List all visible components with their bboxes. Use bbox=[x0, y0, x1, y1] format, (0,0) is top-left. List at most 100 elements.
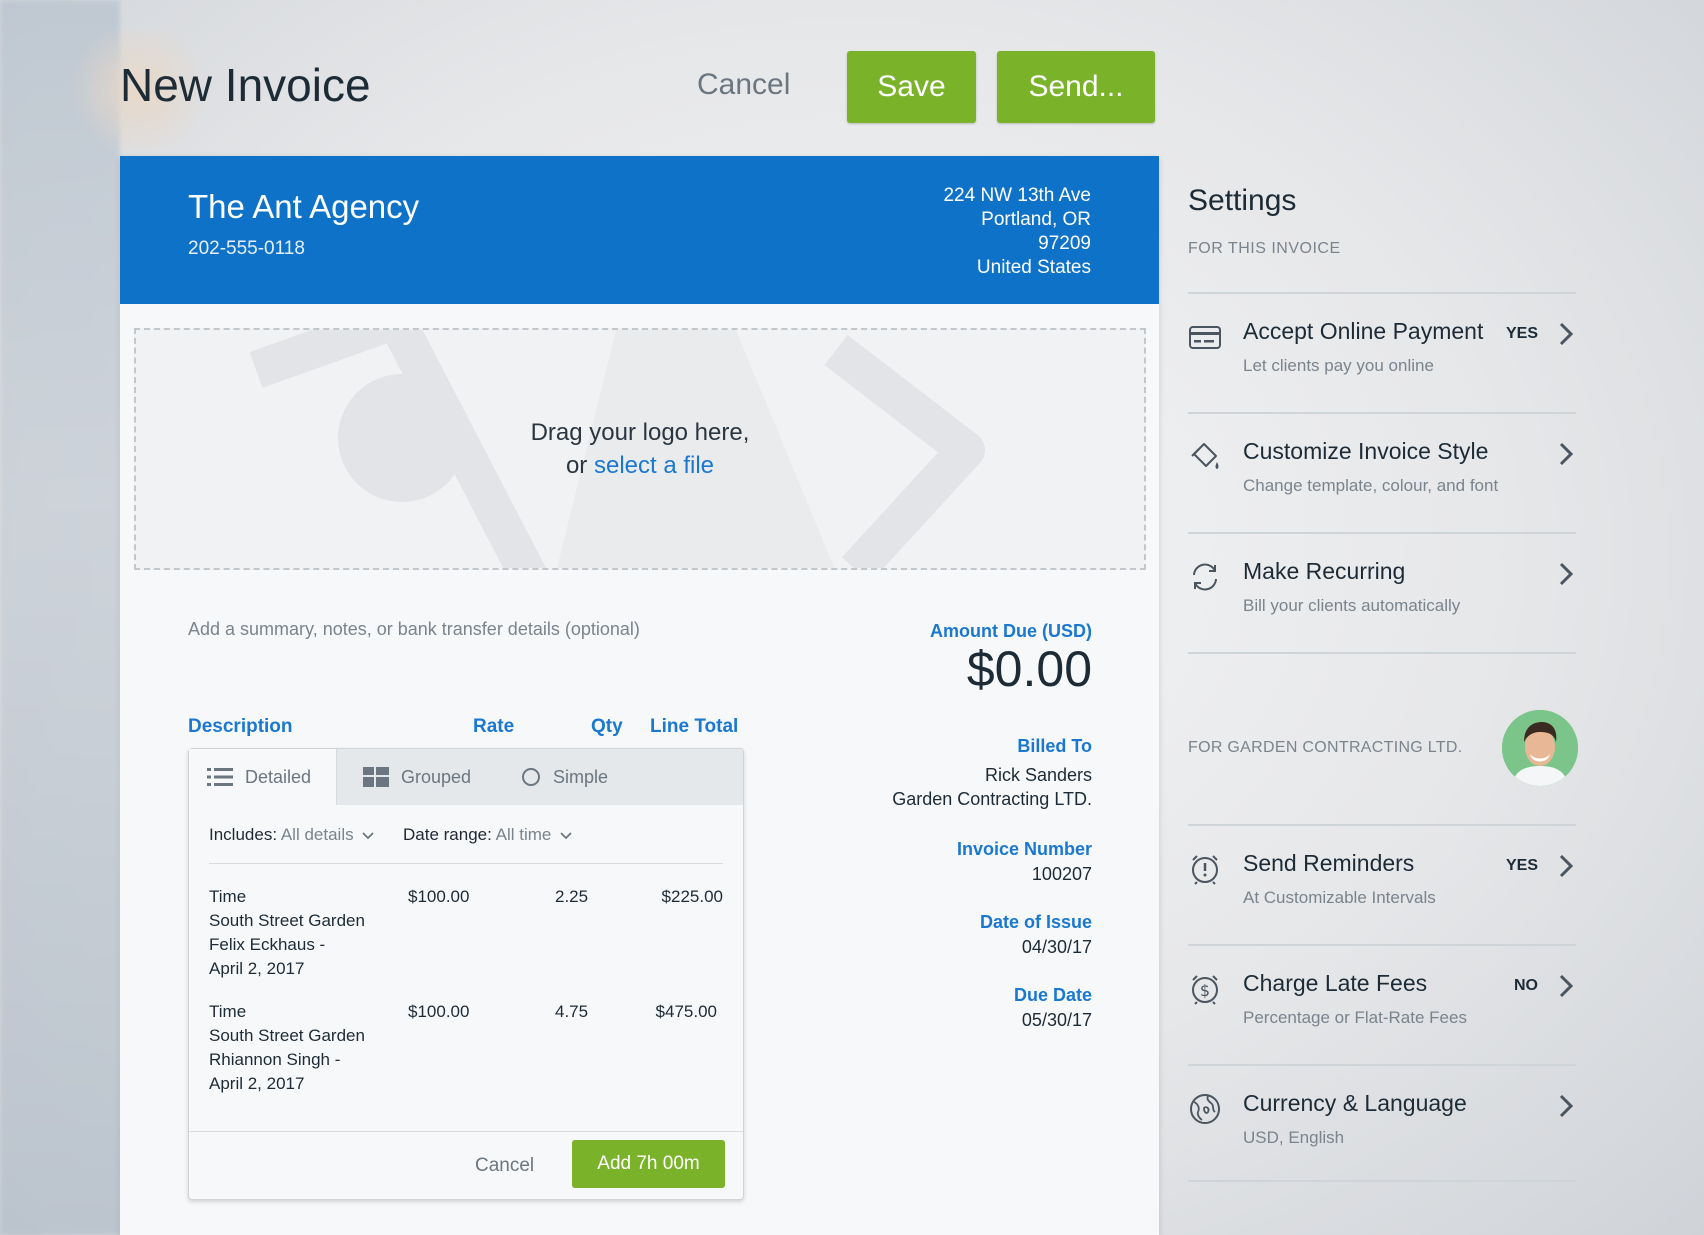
status-badge: YES bbox=[1505, 857, 1538, 874]
add-time-button[interactable]: Add 7h 00m bbox=[572, 1140, 725, 1188]
column-qty: Qty bbox=[591, 716, 623, 737]
column-description: Description bbox=[188, 716, 293, 737]
row-date: April 2, 2017 bbox=[209, 1074, 305, 1093]
grid-icon bbox=[363, 767, 389, 787]
setting-accept-online-payment[interactable]: Accept Online Payment Let clients pay yo… bbox=[1188, 294, 1576, 412]
billed-to-label: Billed To bbox=[1017, 736, 1092, 756]
logo-dropzone[interactable]: Drag your logo here, or select a file bbox=[134, 328, 1146, 570]
setting-desc: Percentage or Flat-Rate Fees bbox=[1243, 1008, 1467, 1027]
dollar-clock-icon: $ bbox=[1192, 975, 1218, 1005]
due-date-label: Due Date bbox=[1013, 985, 1092, 1005]
setting-title: Send Reminders bbox=[1243, 850, 1415, 876]
date-of-issue-label: Date of Issue bbox=[979, 912, 1092, 932]
includes-label: Includes: bbox=[209, 825, 278, 844]
table-row[interactable]: Time South Street Garden Rhiannon Singh … bbox=[209, 1000, 365, 1096]
date-range-label: Date range: bbox=[403, 825, 492, 844]
address-line: United States bbox=[976, 257, 1091, 278]
circle-icon bbox=[522, 768, 540, 786]
row-project: South Street Garden bbox=[209, 1026, 365, 1045]
send-button[interactable]: Send... bbox=[997, 51, 1155, 123]
company-name[interactable]: The Ant Agency bbox=[188, 188, 419, 226]
includes-dropdown[interactable]: Includes: All details bbox=[209, 825, 374, 845]
setting-desc: Let clients pay you online bbox=[1243, 356, 1434, 375]
panel-cancel-button[interactable]: Cancel bbox=[475, 1155, 534, 1177]
recurring-icon bbox=[1193, 563, 1217, 591]
tab-label: Simple bbox=[553, 766, 609, 787]
row-type: Time bbox=[209, 1002, 247, 1021]
row-project: South Street Garden bbox=[209, 911, 365, 930]
avatar[interactable] bbox=[1502, 710, 1578, 786]
client-name: Rick Sanders bbox=[984, 765, 1092, 785]
notes-input[interactable]: Add a summary, notes, or bank transfer d… bbox=[188, 619, 640, 640]
address-line: 224 NW 13th Ave bbox=[943, 185, 1091, 206]
setting-currency-language[interactable]: Currency & Language USD, English bbox=[1188, 1066, 1576, 1184]
row-total: $225.00 bbox=[661, 887, 723, 906]
settings-divider bbox=[1188, 652, 1576, 654]
chevron-right-icon bbox=[1559, 562, 1574, 586]
invoice-header[interactable]: The Ant Agency 202-555-0118 224 NW 13th … bbox=[120, 156, 1159, 304]
chevron-down-icon bbox=[560, 832, 572, 840]
date-of-issue-value[interactable]: 04/30/17 bbox=[1022, 935, 1092, 959]
table-row[interactable]: Time South Street Garden Felix Eckhaus -… bbox=[209, 885, 365, 981]
tab-simple[interactable]: Simple bbox=[521, 749, 641, 805]
setting-make-recurring[interactable]: Make Recurring Bill your clients automat… bbox=[1188, 534, 1576, 652]
column-line-total: Line Total bbox=[650, 716, 739, 737]
view-tabs: Detailed Grouped Simple bbox=[189, 749, 743, 805]
due-date-value[interactable]: 05/30/17 bbox=[1022, 1008, 1092, 1032]
tab-grouped[interactable]: Grouped bbox=[363, 749, 493, 805]
select-file-link[interactable]: select a file bbox=[594, 452, 714, 479]
amount-due-value: $0.00 bbox=[966, 641, 1092, 697]
company-address[interactable]: 224 NW 13th Ave Portland, OR 97209 Unite… bbox=[943, 184, 1091, 280]
setting-customize-invoice-style[interactable]: Customize Invoice Style Change template,… bbox=[1188, 414, 1576, 532]
filter-divider bbox=[209, 863, 723, 864]
chevron-right-icon bbox=[1559, 322, 1574, 346]
chevron-down-icon bbox=[362, 832, 374, 840]
chevron-right-icon bbox=[1559, 442, 1574, 466]
setting-title: Accept Online Payment bbox=[1243, 318, 1484, 344]
page-title: New Invoice bbox=[120, 59, 371, 111]
globe-icon bbox=[1190, 1094, 1220, 1124]
setting-desc: At Customizable Intervals bbox=[1243, 888, 1436, 907]
paint-bucket-icon bbox=[1191, 443, 1219, 469]
row-total: $475.00 bbox=[655, 1002, 717, 1021]
list-icon bbox=[207, 768, 233, 786]
setting-charge-late-fees[interactable]: $ Charge Late Fees Percentage or Flat-Ra… bbox=[1188, 946, 1576, 1064]
cancel-button[interactable]: Cancel bbox=[697, 68, 790, 102]
status-badge: NO bbox=[1514, 977, 1538, 994]
date-range-value: All time bbox=[495, 825, 552, 844]
client-settings-label: FOR GARDEN CONTRACTING LTD. bbox=[1188, 739, 1463, 756]
tab-label: Grouped bbox=[401, 766, 472, 787]
settings-title: Settings bbox=[1188, 184, 1297, 217]
save-button[interactable]: Save bbox=[847, 51, 976, 123]
invoice-document: The Ant Agency 202-555-0118 224 NW 13th … bbox=[120, 156, 1159, 1235]
date-range-dropdown[interactable]: Date range: All time bbox=[403, 825, 572, 845]
setting-title: Charge Late Fees bbox=[1243, 970, 1428, 996]
setting-title: Currency & Language bbox=[1243, 1090, 1467, 1116]
amount-due-label: Amount Due (USD) bbox=[930, 621, 1092, 641]
setting-desc: USD, English bbox=[1243, 1128, 1345, 1147]
tab-detailed[interactable]: Detailed bbox=[189, 749, 337, 805]
column-rate: Rate bbox=[473, 716, 515, 737]
row-rate: $100.00 bbox=[408, 887, 470, 906]
row-date: April 2, 2017 bbox=[209, 959, 305, 978]
row-person: Rhiannon Singh - bbox=[209, 1050, 341, 1069]
settings-subtitle: FOR THIS INVOICE bbox=[1188, 240, 1341, 257]
chevron-right-icon bbox=[1559, 1094, 1574, 1118]
company-phone[interactable]: 202-555-0118 bbox=[188, 238, 305, 260]
address-line: Portland, OR bbox=[981, 209, 1091, 230]
row-qty: 2.25 bbox=[555, 887, 589, 906]
chevron-right-icon bbox=[1559, 974, 1574, 998]
svg-text:$: $ bbox=[1200, 981, 1210, 1000]
invoice-number-value[interactable]: 100207 bbox=[1032, 862, 1092, 886]
setting-send-reminders[interactable]: Send Reminders At Customizable Intervals… bbox=[1188, 826, 1576, 944]
client-company: Garden Contracting LTD. bbox=[892, 789, 1092, 809]
status-badge: YES bbox=[1505, 325, 1538, 342]
avatar-portrait-icon bbox=[1502, 710, 1578, 786]
setting-title: Customize Invoice Style bbox=[1243, 438, 1489, 464]
setting-desc: Bill your clients automatically bbox=[1243, 596, 1461, 615]
dropzone-prefix: or bbox=[565, 452, 594, 479]
address-line: 97209 bbox=[1038, 233, 1091, 254]
billed-to-value[interactable]: Rick Sanders Garden Contracting LTD. bbox=[892, 763, 1092, 811]
includes-value: All details bbox=[280, 825, 354, 844]
row-qty: 4.75 bbox=[555, 1002, 589, 1021]
